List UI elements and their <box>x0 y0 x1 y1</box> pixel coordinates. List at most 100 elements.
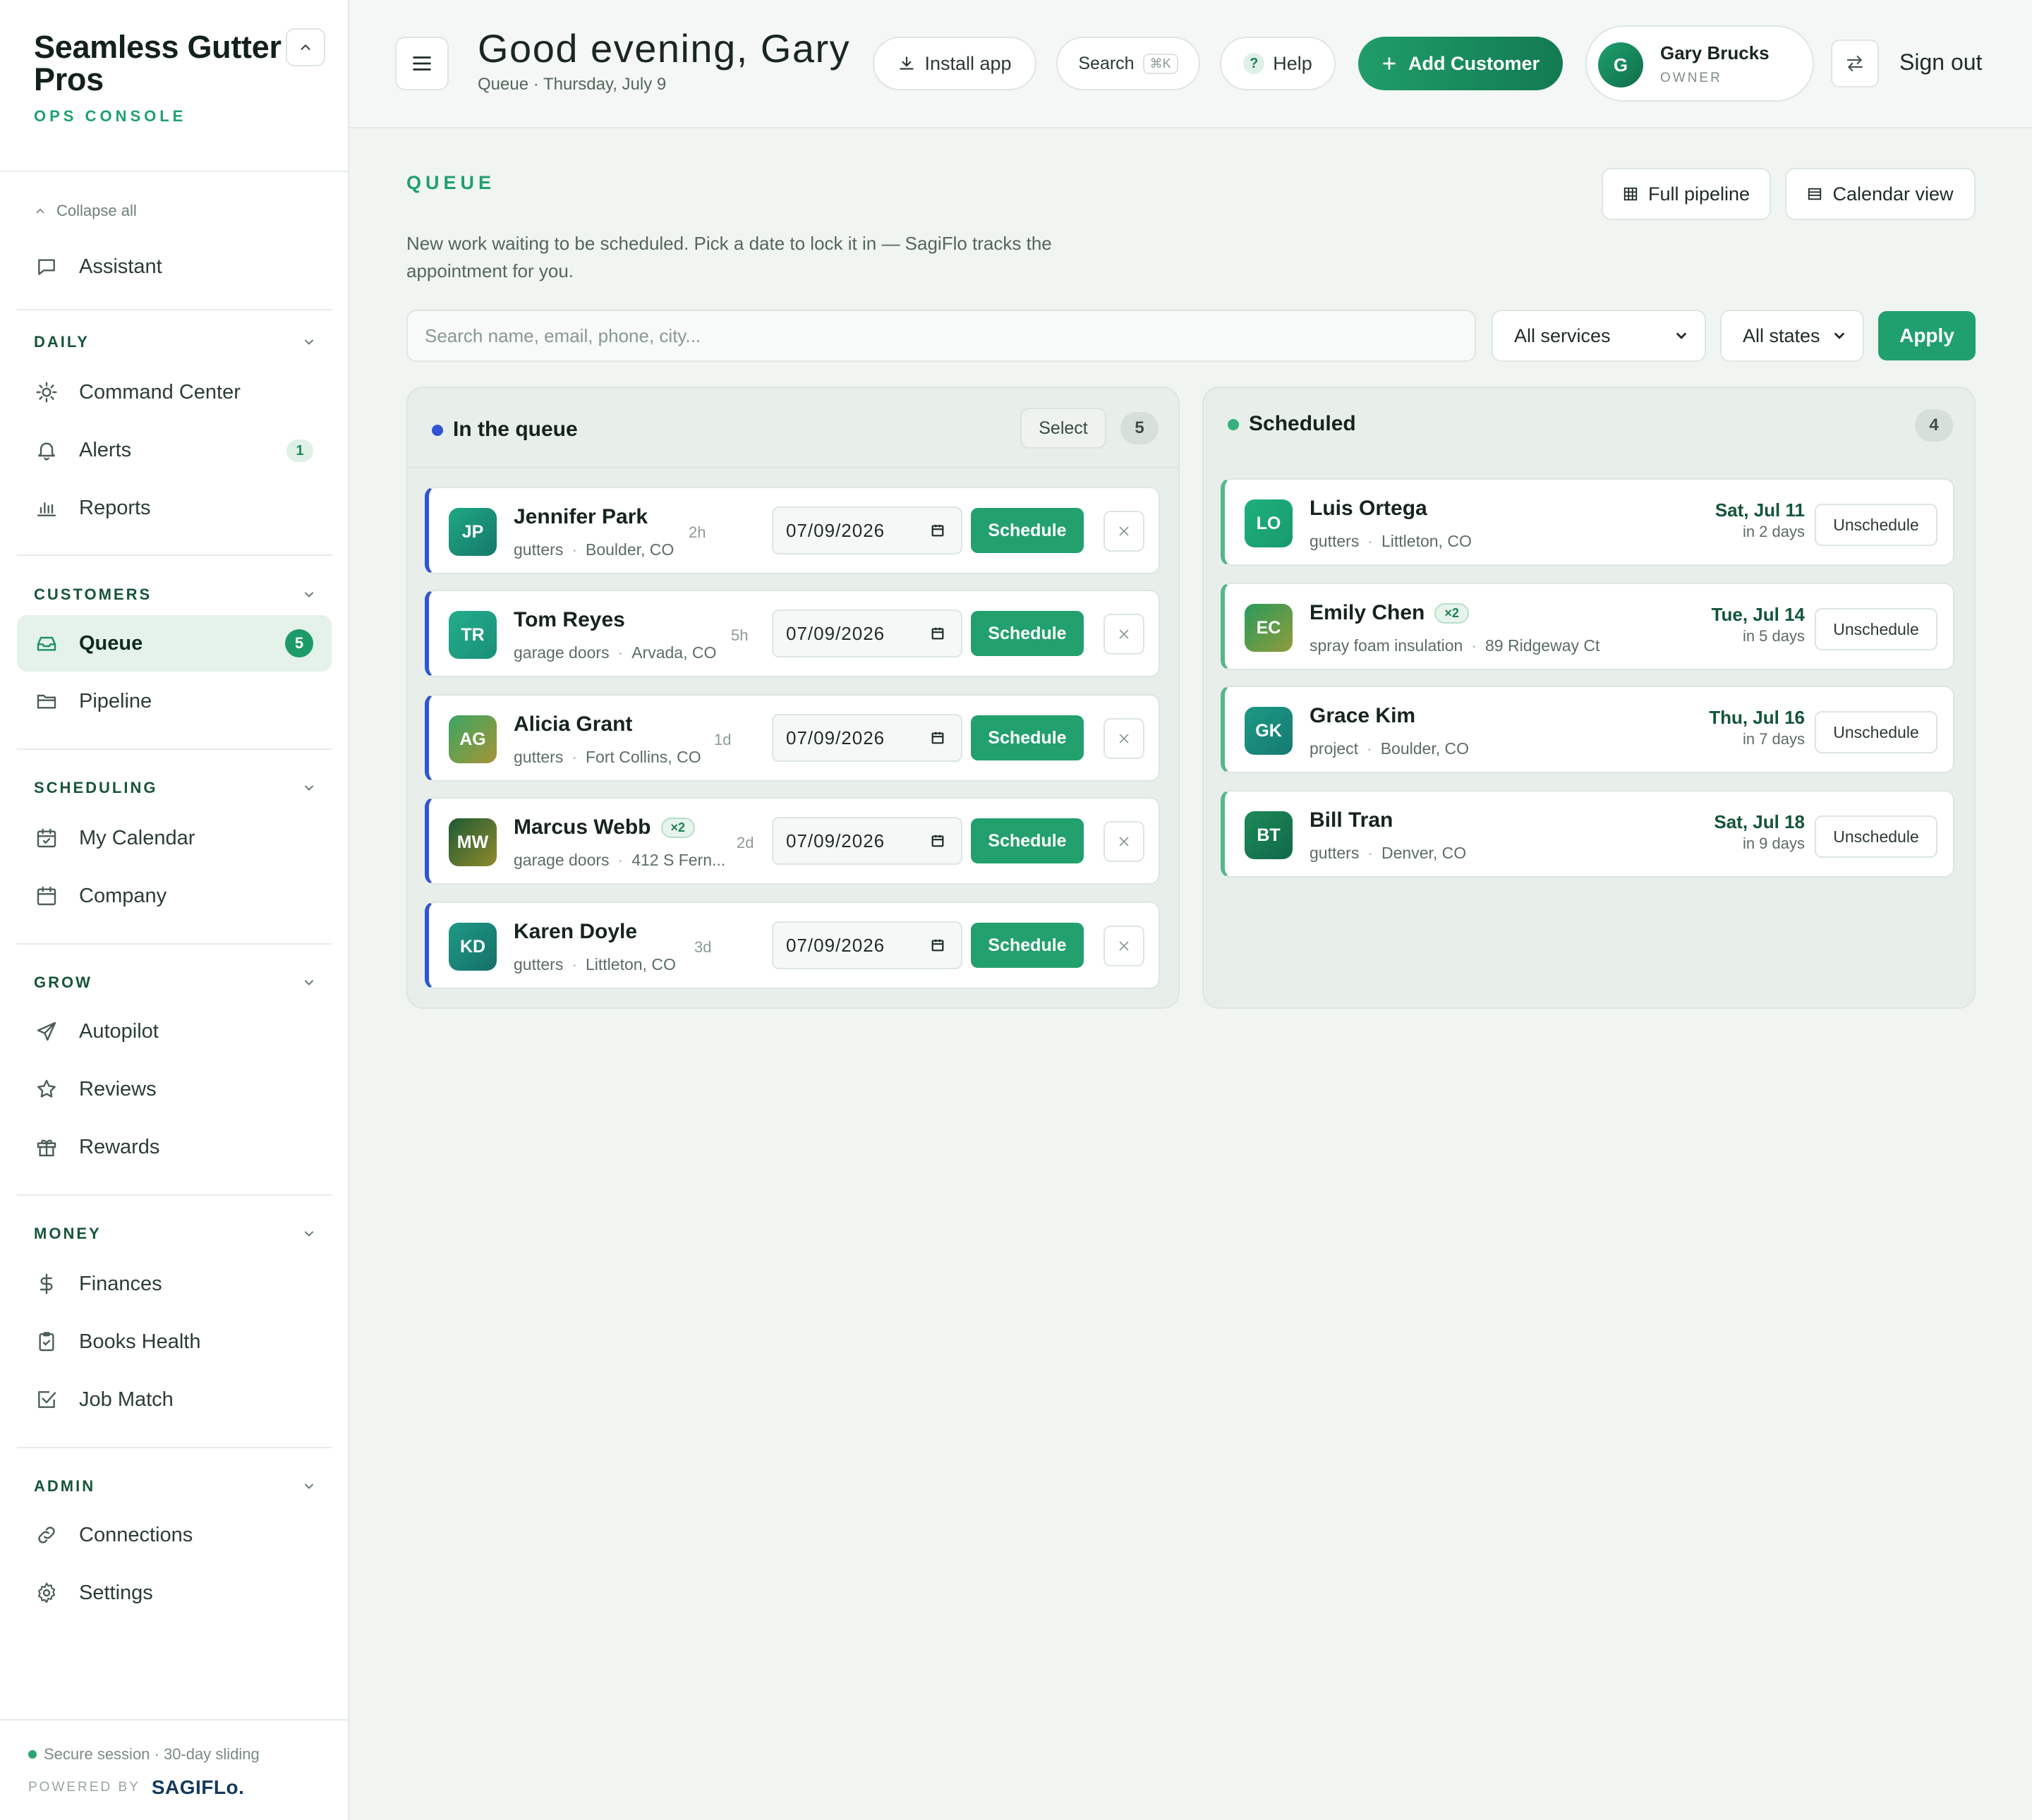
unschedule-button[interactable]: Unschedule <box>1815 608 1937 650</box>
states-select[interactable]: All states <box>1720 310 1864 362</box>
sidebar-item-label: My Calendar <box>79 826 195 849</box>
bell-icon <box>34 437 59 463</box>
scheduled-card: GK Grace Kim project · Boulder, CO Thu, Ju… <box>1221 686 1954 773</box>
customer-name[interactable]: Bill Tran <box>1310 808 1393 832</box>
help-button[interactable]: ? Help <box>1220 37 1336 90</box>
unschedule-button[interactable]: Unschedule <box>1815 504 1937 546</box>
location: Boulder, CO <box>586 540 675 559</box>
avatar: JP <box>449 508 497 556</box>
calendar-icon <box>34 883 59 909</box>
calendar-view-button[interactable]: Calendar view <box>1785 168 1976 220</box>
schedule-button[interactable]: Schedule <box>971 818 1084 863</box>
gift-icon <box>34 1134 59 1160</box>
date-label: Sat, Jul 11 <box>1715 499 1805 521</box>
customer-name[interactable]: Grace Kim <box>1310 704 1415 728</box>
date-value: 07/09/2026 <box>786 622 885 644</box>
date-input[interactable]: 07/09/2026 <box>772 817 962 865</box>
schedule-button[interactable]: Schedule <box>971 923 1084 968</box>
sidebar-item-job-match[interactable]: Job Match <box>17 1371 332 1428</box>
schedule-button[interactable]: Schedule <box>971 611 1084 656</box>
date-input[interactable]: 07/09/2026 <box>772 609 962 657</box>
sidebar-item-assistant[interactable]: Assistant <box>17 238 332 295</box>
sidebar-item-books-health[interactable]: Books Health <box>17 1314 332 1370</box>
sidebar-item-settings[interactable]: Settings <box>17 1565 332 1621</box>
dismiss-button[interactable] <box>1103 821 1144 862</box>
section-money-toggle[interactable]: MONEY <box>34 1225 316 1243</box>
swap-icon <box>1846 55 1863 72</box>
customer-name[interactable]: Luis Ortega <box>1310 497 1427 521</box>
brand: Seamless Gutter Pros OPS CONSOLE <box>34 31 316 126</box>
customer-name[interactable]: Emily Chen ×2 <box>1310 601 1469 625</box>
date-input[interactable]: 07/09/2026 <box>772 714 962 762</box>
divider <box>17 748 332 750</box>
sidebar-item-queue[interactable]: Queue 5 <box>17 615 332 672</box>
sidebar-item-company[interactable]: Company <box>17 868 332 924</box>
scheduled-column: Scheduled 4 LO Luis Ortega gutters · Littl… <box>1202 387 1976 1009</box>
sidebar-item-pipeline[interactable]: Pipeline <box>17 673 332 729</box>
sidebar-item-reports[interactable]: Reports <box>17 480 332 536</box>
select-button[interactable]: Select <box>1020 408 1106 449</box>
sun-icon <box>34 380 59 405</box>
sidebar-item-my-calendar[interactable]: My Calendar <box>17 810 332 866</box>
services-select[interactable]: All services <box>1492 310 1706 362</box>
service: gutters <box>1310 532 1360 550</box>
schedule-button[interactable]: Schedule <box>971 508 1084 553</box>
sidebar-item-label: Autopilot <box>79 1019 159 1043</box>
dismiss-button[interactable] <box>1103 926 1144 966</box>
date-input[interactable]: 07/09/2026 <box>772 921 962 969</box>
section-daily-toggle[interactable]: DAILY <box>34 333 316 351</box>
date-input[interactable]: 07/09/2026 <box>772 506 962 554</box>
section-scheduling-toggle[interactable]: SCHEDULING <box>34 779 316 797</box>
sidebar-item-command-center[interactable]: Command Center <box>17 364 332 420</box>
location: 89 Ridgeway Ct <box>1485 636 1600 655</box>
collapse-all-button[interactable]: Collapse all <box>34 202 137 220</box>
schedule-button[interactable]: Schedule <box>971 715 1084 760</box>
customer-name[interactable]: Alicia Grant <box>514 712 632 736</box>
customer-name[interactable]: Jennifer Park <box>514 505 648 529</box>
install-app-label: Install app <box>924 52 1012 74</box>
sidebar-item-reviews[interactable]: Reviews <box>17 1061 332 1117</box>
user-menu[interactable]: G Gary Brucks OWNER <box>1585 25 1814 102</box>
dismiss-button[interactable] <box>1103 718 1144 759</box>
sidebar-item-autopilot[interactable]: Autopilot <box>17 1003 332 1060</box>
sidebar-item-connections[interactable]: Connections <box>17 1507 332 1563</box>
sidebar-item-alerts[interactable]: Alerts 1 <box>17 422 332 478</box>
scheduled-date: Thu, Jul 16 in 7 days <box>1709 707 1805 748</box>
unschedule-button[interactable]: Unschedule <box>1815 711 1937 753</box>
sidebar-item-finances[interactable]: Finances <box>17 1256 332 1312</box>
dismiss-button[interactable] <box>1103 511 1144 552</box>
sign-out-link[interactable]: Sign out <box>1899 49 1982 75</box>
unschedule-button[interactable]: Unschedule <box>1815 815 1937 858</box>
customer-meta: gutters · Littleton, CO <box>514 955 676 973</box>
menu-button[interactable] <box>395 37 449 90</box>
search-input[interactable] <box>406 310 1476 362</box>
customer-name[interactable]: Karen Doyle <box>514 920 637 944</box>
add-customer-button[interactable]: Add Customer <box>1358 37 1563 90</box>
multi-job-badge: ×2 <box>1434 602 1469 624</box>
sidebar-item-rewards[interactable]: Rewards <box>17 1119 332 1175</box>
section-title: GROW <box>34 973 92 991</box>
search-button[interactable]: Search ⌘K <box>1056 37 1200 90</box>
install-app-button[interactable]: Install app <box>873 37 1036 90</box>
customer-name[interactable]: Tom Reyes <box>514 608 625 632</box>
star-icon <box>34 1076 59 1102</box>
full-pipeline-button[interactable]: Full pipeline <box>1602 168 1771 220</box>
sidebar-item-label: Assistant <box>79 255 162 278</box>
customer-meta: project · Boulder, CO <box>1310 739 1470 758</box>
sidebar-collapse-button[interactable] <box>286 28 325 66</box>
customer-name[interactable]: Marcus Webb ×2 <box>514 815 696 839</box>
calendar-icon <box>931 627 944 640</box>
apply-button[interactable]: Apply <box>1878 311 1976 360</box>
section-grow-toggle[interactable]: GROW <box>34 973 316 992</box>
age-label: 1d <box>714 731 732 748</box>
service: gutters <box>1310 844 1360 862</box>
sagiflo-logo: SAGIFLo. <box>151 1776 245 1798</box>
chevron-down-icon <box>1834 332 1844 339</box>
calendar-icon <box>931 524 944 537</box>
customer-meta: gutters · Littleton, CO <box>1310 532 1472 550</box>
switch-account-button[interactable] <box>1831 40 1879 87</box>
calendar-check-icon <box>34 825 59 851</box>
section-customers-toggle[interactable]: CUSTOMERS <box>34 586 316 604</box>
section-admin-toggle[interactable]: ADMIN <box>34 1477 316 1496</box>
dismiss-button[interactable] <box>1103 614 1144 655</box>
